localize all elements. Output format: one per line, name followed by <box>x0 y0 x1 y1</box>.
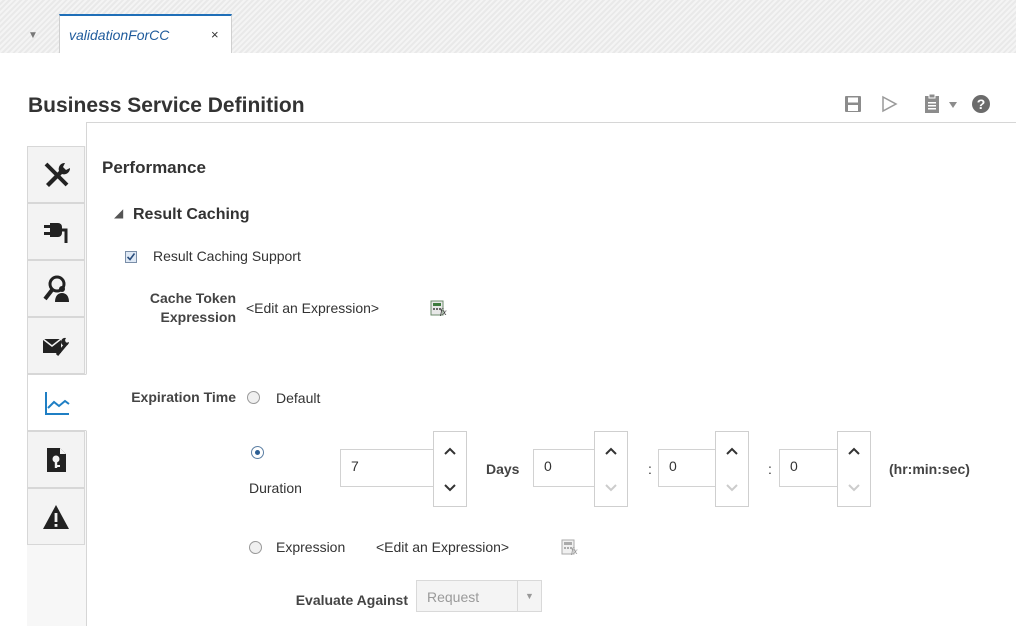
minutes-decrement-button[interactable] <box>716 469 748 506</box>
hours-decrement-button[interactable] <box>595 469 627 506</box>
tab-validationforcc[interactable]: validationForCC × <box>59 14 232 53</box>
seconds-increment-button[interactable] <box>838 432 870 469</box>
hours-increment-button[interactable] <box>595 432 627 469</box>
collapse-triangle-icon[interactable]: ◢ <box>114 206 123 220</box>
tools-icon <box>44 162 71 187</box>
days-input[interactable]: 7 <box>340 449 434 487</box>
dropdown-icon[interactable] <box>948 101 958 109</box>
days-decrement-button[interactable] <box>434 469 466 506</box>
chevron-up-icon <box>605 447 617 455</box>
tab-menu-chevron-icon[interactable]: ▼ <box>28 30 38 41</box>
run-icon[interactable] <box>880 95 898 113</box>
sidebar-item-message-config[interactable] <box>27 317 85 374</box>
expiration-duration-label: Duration <box>249 480 302 496</box>
chevron-down-icon <box>848 483 860 491</box>
days-increment-button[interactable] <box>434 432 466 469</box>
time-separator: : <box>648 461 652 477</box>
save-icon[interactable] <box>844 95 862 113</box>
expiration-expression-label: Expression <box>276 539 346 555</box>
time-separator: : <box>768 461 772 477</box>
minutes-increment-button[interactable] <box>716 432 748 469</box>
message-config-icon <box>42 337 69 356</box>
close-icon[interactable]: × <box>211 27 219 42</box>
sidebar-item-plug[interactable] <box>27 203 85 260</box>
evaluate-against-value: Request <box>427 589 480 605</box>
expiration-default-radio[interactable] <box>247 391 260 404</box>
seconds-stepper <box>837 431 871 507</box>
cache-token-label-line1: Cache Token <box>149 290 236 306</box>
chevron-down-icon <box>605 483 617 491</box>
time-unit-label: (hr:min:sec) <box>889 461 970 477</box>
expiration-default-label: Default <box>276 390 321 406</box>
sidebar-item-key-document[interactable] <box>27 431 85 488</box>
cache-token-label-line2: Expression <box>160 309 236 325</box>
page-title: Business Service Definition <box>28 94 305 117</box>
section-title: Performance <box>102 158 206 177</box>
chevron-up-icon <box>444 447 456 455</box>
expiration-expression-link[interactable]: <Edit an Expression> <box>376 539 509 555</box>
svg-text:?: ? <box>977 96 986 112</box>
cache-token-expression-link[interactable]: <Edit an Expression> <box>246 300 379 316</box>
toolbar: ? <box>816 92 1016 116</box>
chevron-up-icon <box>848 447 860 455</box>
sidebar-item-user-search[interactable] <box>27 260 85 317</box>
svg-text:fx: fx <box>440 307 447 316</box>
seconds-input[interactable]: 0 <box>779 449 838 487</box>
help-icon[interactable]: ? <box>971 94 991 114</box>
subsection-title: Result Caching <box>133 206 250 223</box>
expression-editor-icon[interactable]: fx <box>430 300 448 316</box>
title-divider <box>86 122 1016 123</box>
sidebar-item-performance[interactable] <box>27 374 87 431</box>
result-caching-checkbox[interactable] <box>125 251 137 263</box>
minutes-stepper <box>715 431 749 507</box>
evaluate-against-select[interactable]: Request ▼ <box>416 580 542 612</box>
performance-chart-icon <box>45 391 70 415</box>
warning-icon <box>43 504 69 529</box>
svg-text:fx: fx <box>571 546 578 555</box>
clipboard-icon[interactable] <box>923 93 941 114</box>
key-document-icon <box>47 447 66 472</box>
editor-tab-strip: ▼ validationForCC × <box>0 0 1016 53</box>
checkmark-icon <box>126 253 136 261</box>
expiration-duration-radio[interactable] <box>251 446 264 459</box>
chevron-up-icon <box>726 447 738 455</box>
expiration-expression-radio[interactable] <box>249 541 262 554</box>
hours-input[interactable]: 0 <box>533 449 595 487</box>
chevron-down-icon <box>444 483 456 491</box>
seconds-decrement-button[interactable] <box>838 469 870 506</box>
expiration-time-label: Expiration Time <box>131 389 236 405</box>
expression-editor-icon[interactable]: fx <box>561 539 579 555</box>
tab-label: validationForCC <box>69 27 170 43</box>
sidebar-item-tools[interactable] <box>27 146 85 203</box>
minutes-input[interactable]: 0 <box>658 449 716 487</box>
hours-stepper <box>594 431 628 507</box>
days-label: Days <box>486 461 520 477</box>
sidebar-item-warning[interactable] <box>27 488 85 545</box>
result-caching-support-label: Result Caching Support <box>153 248 301 264</box>
evaluate-against-label: Evaluate Against <box>295 592 408 608</box>
days-stepper <box>433 431 467 507</box>
chevron-down-icon <box>726 483 738 491</box>
user-search-icon <box>43 275 69 302</box>
plug-icon <box>44 222 68 243</box>
chevron-down-icon[interactable]: ▼ <box>517 581 541 611</box>
